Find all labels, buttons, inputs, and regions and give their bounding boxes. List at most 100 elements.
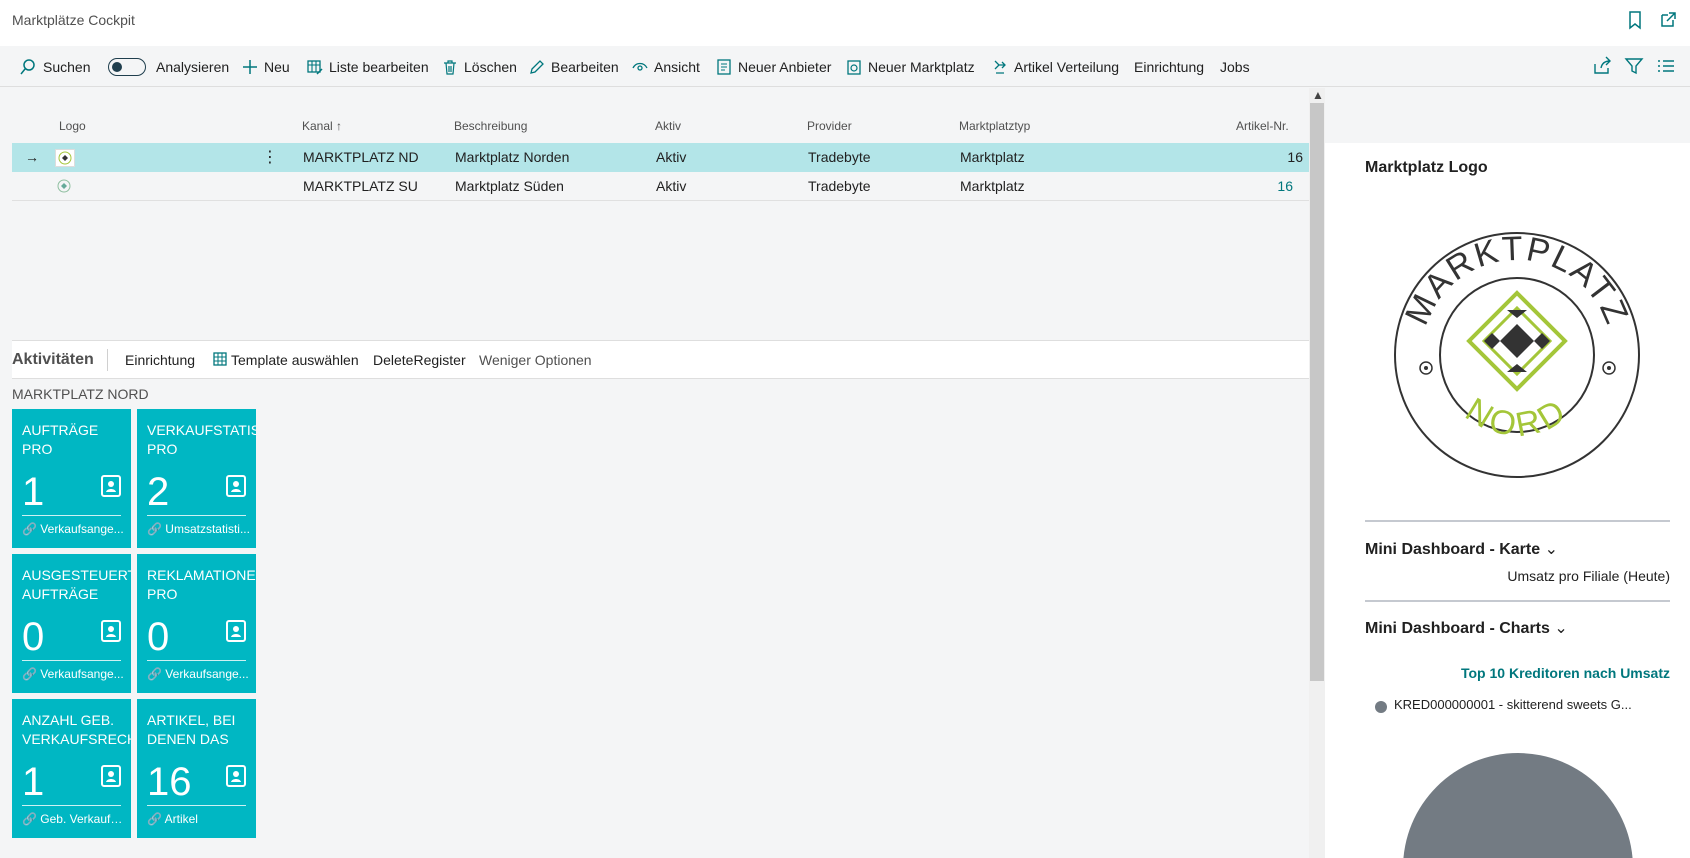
table-row[interactable]: MARKTPLATZ SU Marktplatz Süden Aktiv Tra…	[12, 172, 1309, 201]
new-document-icon	[847, 59, 861, 75]
column-header-logo[interactable]: Logo	[59, 119, 86, 133]
list-view-icon[interactable]	[1656, 56, 1676, 76]
tile-value[interactable]: 2	[147, 469, 169, 515]
contact-card-icon	[226, 475, 246, 497]
link-icon: 🔗	[147, 522, 162, 536]
open-new-window-icon[interactable]	[1658, 10, 1678, 30]
cue-tile[interactable]: ARTIKEL, BEI DENEN DAS 16 🔗 Artikel	[137, 699, 256, 838]
view-button[interactable]: Ansicht	[632, 46, 700, 87]
contact-card-icon	[101, 620, 121, 642]
search-button[interactable]: Suchen	[19, 46, 90, 87]
cue-tile[interactable]: AUSGESTEUERTE AUFTRÄGE 0 🔗 Verkaufsange.…	[12, 554, 131, 693]
tile-value[interactable]: 0	[147, 614, 169, 660]
analyze-toggle[interactable]: Analysieren	[108, 46, 229, 87]
pie-chart[interactable]	[1403, 753, 1633, 858]
contact-card-icon	[101, 765, 121, 787]
tile-link[interactable]: 🔗 Geb. Verkaufsr...	[22, 812, 126, 826]
column-header-active[interactable]: Aktiv	[655, 119, 681, 133]
pie-slice[interactable]	[1403, 753, 1633, 858]
tile-link[interactable]: 🔗 Verkaufsange...	[22, 522, 126, 536]
column-header-description[interactable]: Beschreibung	[454, 119, 527, 133]
table-row[interactable]: → ⋮ MARKTPLATZ ND Marktplatz Norden Akti…	[12, 143, 1309, 172]
column-header-item-no[interactable]: Artikel-Nr.	[1236, 119, 1289, 133]
column-header-marketplace-type[interactable]: Marktplatztyp	[959, 119, 1030, 133]
top-vendors-chart-link[interactable]: Top 10 Kreditoren nach Umsatz	[1461, 665, 1670, 681]
delete-label: Löschen	[464, 58, 517, 75]
marketplace-logo-title: Marktplatz Logo	[1365, 159, 1488, 176]
tile-value[interactable]: 1	[22, 469, 44, 515]
tile-value[interactable]: 1	[22, 759, 44, 805]
new-provider-button[interactable]: Neuer Anbieter	[716, 46, 831, 87]
column-header-provider[interactable]: Provider	[807, 119, 852, 133]
row-menu-icon[interactable]: ⋮	[262, 143, 278, 172]
select-template-button[interactable]: Template auswählen	[213, 341, 359, 379]
item-no-cell[interactable]: 16	[1277, 172, 1293, 201]
cue-tile[interactable]: REKLAMATIONE PRO 0 🔗 Verkaufsange...	[137, 554, 256, 693]
mini-dashboard-charts-title[interactable]: Mini Dashboard - Charts ⌄	[1365, 618, 1568, 638]
action-bar: Suchen Analysieren Neu Liste bearbeiten …	[0, 46, 1690, 87]
map-subtitle: Umsatz pro Filiale (Heute)	[1507, 568, 1670, 584]
delete-button[interactable]: Löschen	[442, 46, 517, 87]
new-label: Neu	[264, 58, 290, 75]
mini-dashboard-map-label: Mini Dashboard - Karte	[1365, 541, 1541, 558]
pencil-icon	[530, 59, 544, 74]
active-cell: Aktiv	[656, 178, 687, 194]
new-marketplace-label: Neuer Marktplatz	[868, 58, 975, 75]
jobs-label: Jobs	[1220, 58, 1250, 75]
sort-ascending-icon: ↑	[336, 119, 343, 133]
cue-tile[interactable]: ANZAHL GEB. VERKAUFSRECH 1 🔗 Geb. Verkau…	[12, 699, 131, 838]
new-provider-label: Neuer Anbieter	[738, 58, 832, 75]
tile-divider	[147, 805, 246, 806]
tile-divider	[22, 515, 121, 516]
chart-legend-item: KRED000000001 - skitterend sweets G...	[1394, 697, 1632, 712]
delete-register-button[interactable]: DeleteRegister	[373, 341, 466, 379]
tile-title: VERKAUFSTATIS PRO	[147, 422, 256, 457]
toggle-switch-icon[interactable]	[108, 57, 146, 76]
tile-link[interactable]: 🔗 Verkaufsange...	[147, 667, 251, 681]
fewer-options-button[interactable]: Weniger Optionen	[479, 341, 592, 379]
setup-button[interactable]: Einrichtung	[1134, 46, 1204, 87]
column-header-channel[interactable]: Kanal ↑	[302, 119, 342, 133]
contact-card-icon	[101, 475, 121, 497]
tile-link[interactable]: 🔗 Umsatzstatisti...	[147, 522, 251, 536]
list-pane: Logo Kanal ↑ Beschreibung Aktiv Provider…	[12, 88, 1309, 340]
tile-link-label: Umsatzstatisti...	[165, 522, 250, 536]
edit-list-icon	[307, 59, 323, 75]
activities-title: Aktivitäten	[12, 351, 94, 368]
tile-link[interactable]: 🔗 Verkaufsange...	[22, 667, 126, 681]
distribution-icon	[994, 60, 1006, 74]
eye-icon	[632, 62, 648, 71]
scrollbar-thumb[interactable]	[1310, 103, 1324, 681]
item-distribution-button[interactable]: Artikel Verteilung	[992, 46, 1119, 87]
new-marketplace-button[interactable]: Neuer Marktplatz	[846, 46, 975, 87]
share-icon[interactable]	[1592, 56, 1612, 76]
edit-button[interactable]: Bearbeiten	[529, 46, 619, 87]
filter-icon[interactable]	[1624, 56, 1644, 76]
factbox-pane: Marktplatz Logo MARKTPLATZ NORD Mini Das…	[1325, 88, 1690, 858]
cue-tile[interactable]: AUFTRÄGE PRO MARKPLATZ 1 🔗 Verkaufsange.…	[12, 409, 131, 548]
tile-divider	[147, 515, 246, 516]
edit-label: Bearbeiten	[551, 58, 619, 75]
channel-cell[interactable]: MARKTPLATZ ND	[303, 143, 419, 172]
marketplace-type-cell: Marktplatz	[960, 178, 1025, 194]
item-no-cell[interactable]: 16	[1287, 143, 1303, 172]
scroll-up-arrow-icon[interactable]: ▲	[1312, 88, 1324, 102]
channel-cell[interactable]: MARKTPLATZ SU	[303, 172, 418, 201]
provider-cell: Tradebyte	[808, 178, 871, 194]
jobs-button[interactable]: Jobs	[1220, 46, 1250, 87]
row-arrow-icon: →	[25, 149, 39, 165]
mini-dashboard-map-title[interactable]: Mini Dashboard - Karte ⌄	[1365, 539, 1558, 559]
tile-link[interactable]: 🔗 Artikel	[147, 812, 251, 826]
edit-list-button[interactable]: Liste bearbeiten	[307, 46, 429, 87]
activities-setup-button[interactable]: Einrichtung	[125, 341, 195, 379]
tile-value[interactable]: 0	[22, 614, 44, 660]
marketplace-logo-thumbnail	[55, 149, 75, 167]
tile-value[interactable]: 16	[147, 759, 192, 805]
logo-text-bottom: NORD	[1459, 391, 1575, 445]
plus-icon	[243, 59, 257, 74]
tile-divider	[147, 660, 246, 661]
tile-link-label: Artikel	[164, 812, 198, 826]
cue-tile[interactable]: VERKAUFSTATIS PRO 2 🔗 Umsatzstatisti...	[137, 409, 256, 548]
new-button[interactable]: Neu	[242, 46, 290, 87]
bookmark-icon[interactable]	[1625, 10, 1645, 30]
